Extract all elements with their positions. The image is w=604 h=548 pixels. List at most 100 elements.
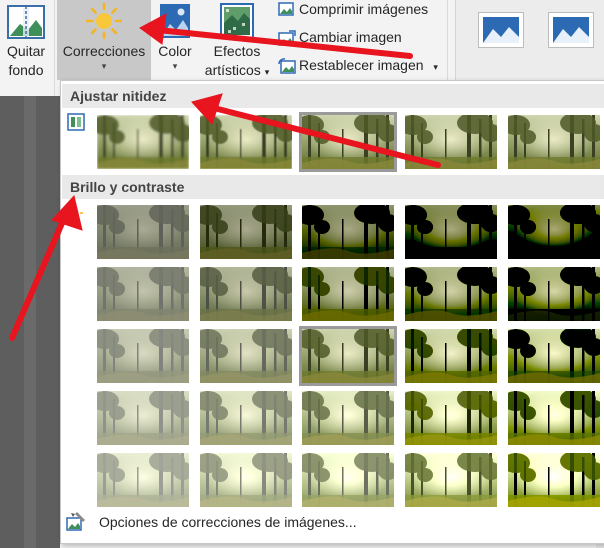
brightness-contrast-thumbnail[interactable]: [508, 391, 600, 445]
forest-image: [97, 267, 189, 321]
picture-style-thumb[interactable]: [478, 12, 524, 48]
forest-image: [200, 453, 292, 507]
forest-image: [405, 329, 497, 383]
forest-image: [508, 205, 600, 259]
reset-image-icon: [278, 58, 296, 74]
remove-background-icon: [7, 5, 45, 39]
brightness-section-title: Brillo y contraste: [62, 175, 604, 199]
sun-icon: [86, 3, 122, 39]
picture-style-thumb[interactable]: [548, 12, 594, 48]
forest-image: [302, 453, 394, 507]
forest-image: [405, 453, 497, 507]
brightness-contrast-thumbnail[interactable]: [200, 329, 292, 383]
brightness-contrast-thumbnail[interactable]: [302, 391, 394, 445]
forest-image: [302, 267, 394, 321]
forest-image: [302, 391, 394, 445]
artistic-effects-label-1: Efectos: [213, 43, 261, 59]
forest-image: [405, 115, 497, 169]
forest-image: [302, 115, 394, 169]
forest-image: [200, 115, 292, 169]
brightness-contrast-thumbnail[interactable]: [405, 205, 497, 259]
color-icon: [160, 4, 190, 38]
forest-image: [508, 453, 600, 507]
brightness-contrast-thumbnail[interactable]: [200, 391, 292, 445]
color-button[interactable]: Color ▾: [155, 0, 195, 80]
corrections-options-item[interactable]: Opciones de correcciones de imágenes...: [65, 509, 357, 535]
picture-style-icon: [483, 17, 519, 43]
change-image-icon: [278, 30, 296, 46]
document-area-left: [0, 96, 60, 548]
brightness-contrast-thumbnail[interactable]: [405, 329, 497, 383]
corrections-options-label: Opciones de correcciones de imágenes...: [99, 514, 357, 530]
brightness-contrast-thumbnail[interactable]: [302, 267, 394, 321]
brightness-contrast-thumbnail[interactable]: [405, 453, 497, 507]
forest-image: [405, 391, 497, 445]
brightness-contrast-thumbnail[interactable]: [302, 453, 394, 507]
forest-image: [200, 205, 292, 259]
corrections-gallery: Ajustar nitidez Brillo y contraste Opcio…: [60, 80, 604, 544]
change-image-label: Cambiar imagen: [299, 29, 402, 45]
brightness-contrast-thumbnail[interactable]: [508, 329, 600, 383]
forest-image: [302, 329, 394, 383]
compress-icon: [278, 2, 294, 16]
chevron-down-icon: ▾: [172, 61, 178, 71]
artistic-effects-label-2: artísticos ▾: [204, 62, 270, 78]
brightness-contrast-thumbnail[interactable]: [200, 267, 292, 321]
corrections-options-icon: [66, 512, 85, 531]
artistic-effects-icon: [220, 3, 254, 39]
brightness-contrast-thumbnail[interactable]: [200, 453, 292, 507]
brightness-contrast-thumbnail[interactable]: [405, 267, 497, 321]
remove-background-label-1: Quitar: [6, 43, 46, 59]
brightness-contrast-thumbnail[interactable]: [302, 205, 394, 259]
ribbon-separator: [54, 0, 55, 96]
reset-image-label: Restablecer imagen: [299, 57, 424, 73]
forest-image: [405, 267, 497, 321]
forest-image: [97, 329, 189, 383]
sharpen-thumbnail[interactable]: [200, 115, 292, 169]
forest-image: [508, 267, 600, 321]
color-label: Color: [158, 43, 192, 59]
sharpen-thumbnail[interactable]: [299, 112, 397, 172]
brightness-contrast-thumbnail[interactable]: [508, 267, 600, 321]
brightness-contrast-thumbnail[interactable]: [97, 267, 189, 321]
remove-background-button[interactable]: Quitar fondo: [0, 0, 52, 96]
sharpen-icon: [67, 113, 85, 131]
brightness-contrast-thumbnail[interactable]: [97, 205, 189, 259]
remove-background-label-2: fondo: [8, 62, 44, 78]
brightness-contrast-thumbnail[interactable]: [299, 326, 397, 386]
picture-style-icon: [553, 17, 589, 43]
chevron-down-icon: ▾: [101, 61, 107, 71]
forest-image: [508, 329, 600, 383]
forest-image: [97, 205, 189, 259]
brightness-contrast-thumbnail[interactable]: [508, 205, 600, 259]
brightness-contrast-thumbnail[interactable]: [405, 391, 497, 445]
brightness-icon: [67, 205, 83, 221]
forest-image: [508, 115, 600, 169]
sharpen-thumbnail[interactable]: [97, 115, 189, 169]
corrections-label: Correcciones: [62, 43, 146, 59]
forest-image: [200, 391, 292, 445]
forest-image: [200, 267, 292, 321]
sharpen-section-title: Ajustar nitidez: [62, 84, 604, 108]
brightness-contrast-thumbnail[interactable]: [97, 329, 189, 383]
forest-image: [200, 329, 292, 383]
sharpen-thumbnail[interactable]: [405, 115, 497, 169]
forest-image: [405, 205, 497, 259]
brightness-contrast-thumbnail[interactable]: [508, 453, 600, 507]
reset-image-button[interactable]: Restablecer imagen ▾: [278, 54, 438, 76]
brightness-contrast-thumbnail[interactable]: [200, 205, 292, 259]
corrections-button[interactable]: Correcciones ▾: [57, 0, 151, 80]
artistic-effects-button[interactable]: Efectos artísticos ▾: [199, 0, 275, 80]
sharpen-thumbnail[interactable]: [508, 115, 600, 169]
chevron-down-icon[interactable]: ▾: [433, 62, 438, 72]
forest-image: [97, 391, 189, 445]
forest-image: [508, 391, 600, 445]
compress-images-button[interactable]: Comprimir imágenes: [278, 0, 428, 20]
change-image-button[interactable]: Cambiar imagen: [278, 26, 402, 48]
brightness-contrast-thumbnail[interactable]: [97, 453, 189, 507]
brightness-contrast-thumbnail[interactable]: [97, 391, 189, 445]
forest-image: [302, 205, 394, 259]
forest-image: [97, 453, 189, 507]
forest-image: [97, 115, 189, 169]
compress-label: Comprimir imágenes: [299, 1, 429, 17]
